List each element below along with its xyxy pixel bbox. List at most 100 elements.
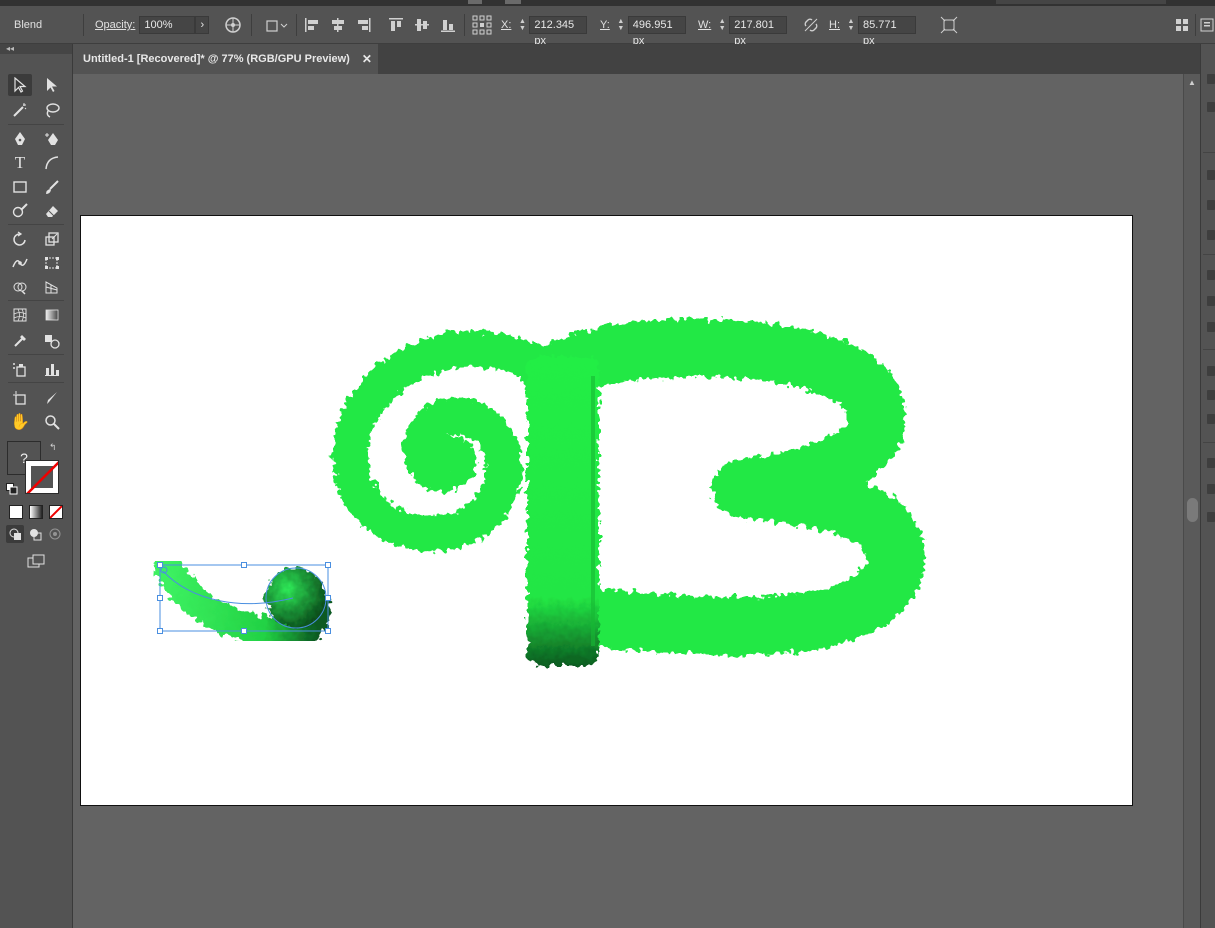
draw-inside-button[interactable] bbox=[46, 525, 64, 543]
panel-divider bbox=[1203, 152, 1215, 153]
vertical-scrollbar[interactable]: ▲ bbox=[1183, 74, 1200, 928]
artboard-tool[interactable] bbox=[8, 387, 32, 409]
align-top-button[interactable] bbox=[388, 6, 404, 44]
transform-options-button[interactable] bbox=[940, 6, 958, 44]
reference-point-button[interactable] bbox=[472, 6, 492, 44]
panel-divider bbox=[1203, 254, 1215, 255]
panel-icon[interactable] bbox=[1207, 74, 1215, 84]
zoom-tool[interactable] bbox=[40, 411, 64, 433]
hand-tool[interactable]: ✋ bbox=[8, 411, 32, 433]
panel-icon[interactable] bbox=[1207, 322, 1215, 332]
w-input[interactable]: 217.801 px bbox=[729, 16, 788, 47]
panel-icon[interactable] bbox=[1207, 102, 1215, 112]
type-tool[interactable]: T bbox=[8, 152, 32, 174]
pen-tool[interactable] bbox=[8, 128, 32, 150]
shaper-tool[interactable] bbox=[8, 200, 32, 222]
w-stepper[interactable]: ▲ ▼ bbox=[717, 16, 727, 34]
perspective-grid-icon bbox=[45, 281, 58, 294]
panel-menu-icon bbox=[1200, 18, 1214, 32]
y-stepper[interactable]: ▲ ▼ bbox=[616, 16, 626, 34]
panel-icon[interactable] bbox=[1207, 170, 1215, 180]
y-input[interactable]: 496.951 px bbox=[627, 16, 686, 47]
scrollbar-thumb[interactable] bbox=[1187, 498, 1198, 522]
none-button[interactable] bbox=[49, 505, 63, 519]
rotate-tool[interactable] bbox=[8, 228, 32, 250]
perspective-grid-tool[interactable] bbox=[40, 276, 64, 298]
canvas-area[interactable] bbox=[73, 74, 1183, 928]
panel-collapse-handle[interactable]: ◂◂ bbox=[0, 44, 72, 54]
eyedropper-tool[interactable] bbox=[8, 330, 32, 352]
h-stepper[interactable]: ▲ ▼ bbox=[846, 16, 856, 34]
eraser-tool[interactable] bbox=[40, 200, 64, 222]
opacity-expand-button[interactable]: › bbox=[195, 16, 210, 34]
constrain-proportions-button[interactable] bbox=[803, 6, 819, 44]
document-tab[interactable]: Untitled-1 [Recovered]* @ 77% (RGB/GPU P… bbox=[73, 44, 378, 74]
x-input[interactable]: 212.345 px bbox=[529, 16, 588, 47]
arrange-documents-button[interactable] bbox=[1175, 6, 1189, 44]
panel-icon[interactable] bbox=[1207, 296, 1215, 306]
shape-builder-tool[interactable] bbox=[8, 276, 32, 298]
right-panel-dock bbox=[1200, 44, 1215, 928]
direct-selection-arrow-icon bbox=[47, 78, 57, 92]
swap-fill-stroke-icon[interactable]: ↰ bbox=[49, 442, 57, 453]
blend-tool[interactable] bbox=[40, 330, 64, 352]
draw-normal-icon bbox=[9, 528, 21, 540]
height-control[interactable]: H: ▲ ▼ 85.771 px bbox=[829, 6, 916, 47]
color-button[interactable] bbox=[9, 505, 23, 519]
panel-menu-button[interactable] bbox=[1200, 6, 1214, 44]
draw-normal-button[interactable] bbox=[6, 525, 24, 543]
draw-behind-icon bbox=[30, 529, 42, 541]
link-broken-icon bbox=[804, 18, 818, 32]
align-center-button[interactable] bbox=[330, 6, 346, 44]
mesh-tool[interactable] bbox=[8, 304, 32, 326]
scale-tool[interactable] bbox=[40, 228, 64, 250]
curvature-pen-tool[interactable] bbox=[40, 128, 64, 150]
panel-icon[interactable] bbox=[1207, 390, 1215, 400]
align-right-button[interactable] bbox=[356, 6, 372, 44]
draw-behind-button[interactable] bbox=[26, 525, 44, 543]
screen-mode-button[interactable] bbox=[24, 550, 48, 572]
reference-point-icon bbox=[472, 15, 492, 35]
default-colors-icon[interactable] bbox=[6, 483, 18, 495]
direct-selection-tool[interactable] bbox=[40, 74, 64, 96]
symbol-sprayer-tool[interactable] bbox=[8, 358, 32, 380]
color-wheel-icon bbox=[225, 17, 241, 33]
panel-icon[interactable] bbox=[1207, 414, 1215, 424]
opacity-control[interactable]: Opacity: 100% › bbox=[95, 6, 210, 44]
slice-tool[interactable] bbox=[40, 387, 64, 409]
panel-icon[interactable] bbox=[1207, 200, 1215, 210]
divider bbox=[1195, 14, 1196, 36]
panel-icon[interactable] bbox=[1207, 512, 1215, 522]
transform-dropdown[interactable] bbox=[264, 6, 288, 44]
column-graph-tool[interactable] bbox=[40, 358, 64, 380]
align-bottom-button[interactable] bbox=[440, 6, 456, 44]
recolor-artwork-button[interactable] bbox=[224, 6, 242, 44]
panel-icon[interactable] bbox=[1207, 484, 1215, 494]
y-position-control[interactable]: Y: ▲ ▼ 496.951 px bbox=[600, 6, 686, 47]
h-input[interactable]: 85.771 px bbox=[858, 16, 916, 47]
close-tab-icon[interactable]: ✕ bbox=[362, 52, 372, 66]
stroke-swatch[interactable] bbox=[25, 460, 59, 494]
rectangle-tool[interactable] bbox=[8, 176, 32, 198]
scroll-up-icon[interactable]: ▲ bbox=[1188, 78, 1196, 87]
magic-wand-tool[interactable] bbox=[8, 99, 32, 121]
arc-tool[interactable] bbox=[40, 152, 64, 174]
width-control[interactable]: W: ▲ ▼ 217.801 px bbox=[698, 6, 788, 47]
panel-icon[interactable] bbox=[1207, 270, 1215, 280]
artboard[interactable] bbox=[80, 215, 1133, 806]
gradient-button[interactable] bbox=[29, 505, 43, 519]
align-left-button[interactable] bbox=[304, 6, 320, 44]
selection-tool[interactable] bbox=[8, 74, 32, 96]
panel-icon[interactable] bbox=[1207, 366, 1215, 376]
gradient-tool[interactable] bbox=[40, 304, 64, 326]
width-tool[interactable] bbox=[8, 252, 32, 274]
paintbrush-tool[interactable] bbox=[40, 176, 64, 198]
lasso-tool[interactable] bbox=[40, 99, 64, 121]
opacity-input[interactable]: 100% bbox=[139, 16, 196, 34]
x-position-control[interactable]: X: ▲ ▼ 212.345 px bbox=[501, 6, 588, 47]
panel-icon[interactable] bbox=[1207, 458, 1215, 468]
x-stepper[interactable]: ▲ ▼ bbox=[517, 16, 527, 34]
panel-icon[interactable] bbox=[1207, 230, 1215, 240]
align-middle-button[interactable] bbox=[414, 6, 430, 44]
free-transform-tool[interactable] bbox=[40, 252, 64, 274]
